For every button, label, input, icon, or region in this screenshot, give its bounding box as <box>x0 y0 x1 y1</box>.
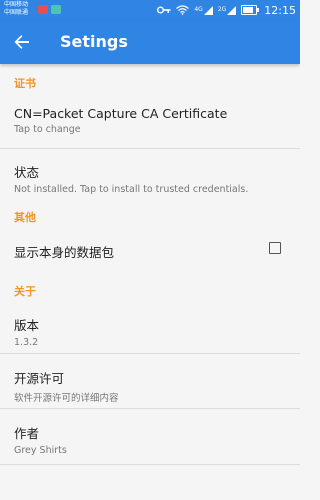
notification-icons <box>38 5 61 14</box>
license-summary: 软件开源许可的详细内容 <box>14 393 119 404</box>
license-preference[interactable]: 开源许可 软件开源许可的详细内容 <box>0 354 300 408</box>
clock: 12:15 <box>264 3 296 17</box>
app-bar: Setings <box>0 20 300 64</box>
certificate-summary: Tap to change <box>14 124 81 135</box>
arrow-back-icon <box>14 35 29 49</box>
network-4g-label: 4G <box>194 6 203 13</box>
carrier-1: 中国移动 <box>4 1 29 8</box>
status-bar: 中国移动 中国联通 4G 2G 12:15 <box>0 0 300 20</box>
signal-2g-icon: 2G <box>217 4 237 16</box>
author-title: 作者 <box>14 426 40 441</box>
key-icon <box>157 4 171 16</box>
category-about: 关于 <box>14 285 36 298</box>
status-title: 状态 <box>14 165 40 180</box>
status-icons: 4G 2G 12:15 <box>157 0 296 20</box>
back-button[interactable] <box>8 28 36 56</box>
settings-list: 证书 CN=Packet Capture CA Certificate Tap … <box>0 64 300 465</box>
license-title: 开源许可 <box>14 371 65 386</box>
status-preference[interactable]: 状态 Not installed. Tap to install to trus… <box>0 149 300 198</box>
wifi-icon <box>176 4 190 16</box>
category-certificate: 证书 <box>14 77 36 90</box>
author-value: Grey Shirts <box>14 445 67 456</box>
divider <box>0 464 300 465</box>
carrier-2: 中国联通 <box>4 9 29 16</box>
signal-4g-icon: 4G <box>194 4 213 16</box>
show-own-packets-checkbox[interactable] <box>269 242 281 254</box>
app-notification-icon <box>38 5 48 14</box>
settings-screen: 中国移动 中国联通 4G 2G 12:15 Setings 证书 CN=Pack… <box>0 0 300 500</box>
version-title: 版本 <box>14 318 40 333</box>
version-preference[interactable]: 版本 1.3.2 <box>0 306 300 353</box>
version-value: 1.3.2 <box>14 337 39 348</box>
category-other: 其他 <box>14 211 36 224</box>
battery-level <box>243 7 254 13</box>
show-own-packets-preference[interactable]: 显示本身的数据包 <box>0 232 300 272</box>
message-notification-icon <box>51 5 61 14</box>
battery-icon <box>241 4 260 16</box>
certificate-preference[interactable]: CN=Packet Capture CA Certificate Tap to … <box>0 98 300 148</box>
page-title: Setings <box>60 32 128 51</box>
author-preference[interactable]: 作者 Grey Shirts <box>0 409 300 464</box>
network-2g-label: 2G <box>217 6 227 13</box>
status-summary: Not installed. Tap to install to trusted… <box>14 184 249 195</box>
show-own-packets-title: 显示本身的数据包 <box>14 245 115 260</box>
carrier-info: 中国移动 中国联通 <box>4 1 28 17</box>
certificate-title: CN=Packet Capture CA Certificate <box>14 106 228 121</box>
